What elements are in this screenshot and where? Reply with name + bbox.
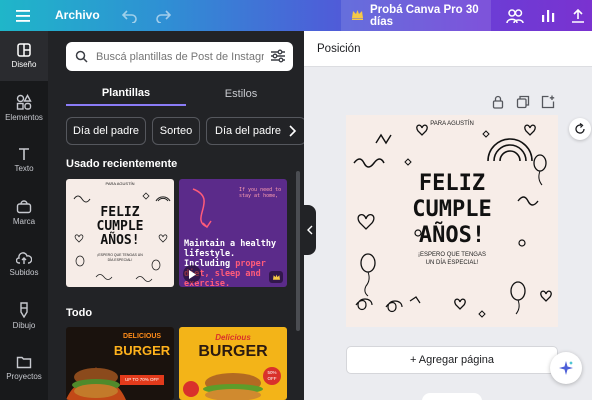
shapes-icon	[16, 94, 32, 110]
crown-icon	[351, 9, 364, 23]
lock-icon[interactable]	[491, 95, 505, 109]
card-title[interactable]: FELIZ CUMPLE AÑOS!	[346, 171, 558, 249]
tab-styles[interactable]: Estilos	[186, 81, 296, 106]
search-input[interactable]	[96, 50, 264, 63]
thumb-card-title-line2: CUMPLE	[96, 219, 144, 234]
search-icon	[75, 50, 88, 63]
menu-icon[interactable]	[10, 0, 36, 31]
thumb-card-title-line3: AÑOS!	[100, 233, 140, 248]
chevron-right-icon[interactable]	[284, 123, 300, 139]
design-canvas[interactable]: PARA AGUSTÍN FELIZ CUMPLE AÑOS! ¡ESPERO …	[346, 115, 558, 327]
try-pro-label: Probá Canva Pro 30 días	[370, 3, 479, 28]
rail-item-text[interactable]: Texto	[0, 135, 48, 185]
crown-icon	[272, 274, 280, 280]
rail-label: Texto	[14, 164, 34, 173]
recent-section-title: Usado recientemente	[66, 158, 178, 170]
template-thumbnail-healthy[interactable]: If you need to stay at home, Maintain a …	[179, 179, 287, 287]
rail-label: Diseño	[11, 60, 37, 69]
filter-icon[interactable]	[270, 48, 286, 64]
duplicate-icon[interactable]	[516, 95, 530, 109]
chip-fathers-day[interactable]: Día del padre	[66, 117, 146, 145]
rail-label: Elementos	[5, 113, 43, 122]
rail-item-uploads[interactable]: Subidos	[0, 239, 48, 289]
play-icon	[189, 269, 196, 279]
upload-icon[interactable]	[567, 0, 589, 31]
context-toolbar: Posición	[304, 31, 592, 67]
layout-icon	[17, 43, 31, 57]
card-top-text[interactable]: PARA AGUSTÍN	[346, 121, 558, 127]
chevron-left-icon	[307, 225, 313, 235]
chip-giveaway[interactable]: Sorteo	[152, 117, 200, 145]
redo-icon[interactable]	[151, 0, 175, 31]
rail-label: Subidos	[9, 268, 39, 277]
magic-assistant-button[interactable]	[550, 352, 582, 384]
folder-icon	[16, 356, 32, 369]
all-section-title: Todo	[66, 307, 93, 319]
thumb-burger-line2: BURGER	[113, 343, 171, 358]
template-thumbnail-burger-dark[interactable]: DELICIOUS BURGER UP TO 70% OFF	[66, 327, 174, 400]
rotate-icon	[575, 123, 585, 134]
thumb-small-text: If you need to stay at home,	[239, 187, 282, 199]
file-menu-button[interactable]: Archivo	[55, 8, 100, 22]
editor-area: Posición PARA AGUSTÍN FELIZ CUMPLE AÑOS!…	[304, 31, 592, 400]
play-button[interactable]	[183, 265, 201, 283]
thumb-burger2-line1: Delicious	[215, 333, 251, 342]
text-icon	[19, 148, 29, 160]
bottom-toolbar-handle[interactable]	[422, 393, 482, 400]
rail-item-draw[interactable]: Dibujo	[0, 291, 48, 341]
add-page-icon[interactable]	[541, 95, 555, 109]
pen-icon	[20, 302, 28, 318]
rail-label: Proyectos	[6, 372, 42, 381]
sparkle-icon	[559, 361, 573, 375]
search-box[interactable]	[66, 42, 293, 71]
card-bottom-line2: UN DÍA ESPECIAL!	[425, 260, 479, 266]
rail-label: Marca	[12, 217, 36, 226]
templates-panel: Plantillas Estilos Día del padre Sorteo …	[48, 31, 304, 400]
panel-scrollbar[interactable]	[296, 171, 300, 331]
thumb-burger2-badge: 50% OFF	[263, 367, 281, 385]
thumb-burger-badge: UP TO 70% OFF	[120, 375, 164, 385]
chart-icon[interactable]	[535, 0, 561, 31]
undo-icon[interactable]	[118, 0, 142, 31]
pro-badge	[269, 271, 283, 283]
card-title-line2: CUMPLE	[412, 197, 492, 222]
rail-label: Dibujo	[12, 321, 36, 330]
try-pro-button[interactable]: Probá Canva Pro 30 días	[341, 0, 491, 31]
card-title-line3: AÑOS!	[418, 223, 486, 248]
thumb-card-title-line1: FELIZ	[100, 205, 140, 220]
rail-item-brand[interactable]: Marca	[0, 187, 48, 237]
rail-item-projects[interactable]: Proyectos	[0, 343, 48, 393]
panel-tabs: Plantillas Estilos	[66, 81, 304, 106]
rail-item-elements[interactable]: Elementos	[0, 83, 48, 133]
thumb-card-title: FELIZ CUMPLE AÑOS!	[66, 206, 174, 248]
card-bottom-text[interactable]: ¡ESPERO QUE TENGAS UN DÍA ESPECIAL!	[406, 251, 498, 267]
cloud-upload-icon	[16, 252, 32, 264]
brand-icon	[16, 200, 32, 214]
top-bar: Archivo Probá Canva Pro 30 días	[0, 0, 592, 31]
side-rail: Diseño Elementos Texto Marca Subidos Dib…	[0, 31, 48, 400]
share-people-icon[interactable]	[502, 0, 528, 31]
template-thumbnail-birthday[interactable]: PARA AGUSTÍN FELIZ CUMPLE AÑOS! ¡ESPERO …	[66, 179, 174, 287]
thumb-card-top: PARA AGUSTÍN	[105, 181, 135, 186]
thumb-burger-line1: DELICIOUS	[122, 333, 162, 340]
rail-item-design[interactable]: Diseño	[0, 31, 48, 81]
card-title-line1: FELIZ	[418, 171, 486, 196]
tab-templates[interactable]: Plantillas	[66, 81, 186, 106]
thumb-burger2-line2: BURGER	[198, 343, 268, 360]
card-bottom-line1: ¡ESPERO QUE TENGAS	[418, 252, 486, 258]
rotate-button[interactable]	[569, 118, 591, 140]
collapse-panel-button[interactable]	[304, 205, 316, 255]
thumb-card-bottom: ¡ESPERO QUE TENGAS UN DÍA ESPECIAL!	[97, 253, 143, 262]
position-button[interactable]: Posición	[317, 43, 360, 55]
template-thumbnail-burger-yellow[interactable]: Delicious BURGER 50% OFF	[179, 327, 287, 400]
category-chips: Día del padre Sorteo Día del padre	[66, 117, 304, 145]
add-page-button[interactable]: + Agregar página	[346, 346, 558, 374]
